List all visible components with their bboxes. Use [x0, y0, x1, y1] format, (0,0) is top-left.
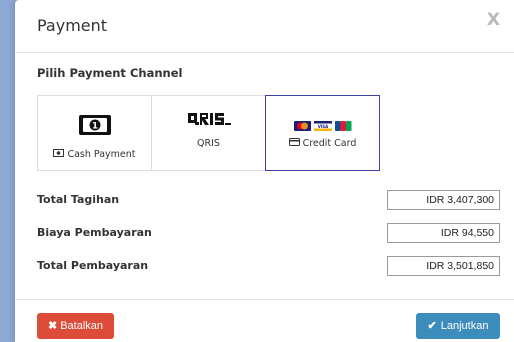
channel-label: QRIS [197, 138, 220, 149]
next-button[interactable]: ✔ Lanjutkan [416, 313, 500, 339]
total-tagihan-label: Total Tagihan [37, 193, 120, 206]
svg-text:1: 1 [91, 122, 97, 132]
channel-qris[interactable]: QRIS [151, 95, 266, 171]
banknote-icon: 1 [38, 114, 151, 140]
card-brands-icon: VISA [266, 116, 379, 135]
modal-header: Payment X [15, 0, 514, 53]
money-icon [53, 149, 65, 160]
payment-modal: Payment X Pilih Payment Channel 1 Cash P… [15, 0, 514, 342]
cancel-button[interactable]: ✖ Batalkan [37, 313, 114, 339]
channel-label: Credit Card [266, 138, 379, 149]
modal-title: Payment [37, 16, 108, 35]
channel-label: Cash Payment [38, 149, 151, 160]
total-pembayaran-value: IDR 3,501,850 [387, 256, 500, 276]
section-label: Pilih Payment Channel [37, 66, 183, 80]
payment-channel-list: 1 Cash Payment QRIS VISA Credit Card [37, 95, 384, 173]
close-button[interactable]: X [487, 10, 500, 30]
credit-card-icon [288, 138, 300, 149]
biaya-pembayaran-value: IDR 94,550 [387, 223, 500, 243]
total-tagihan-value: IDR 3,407,300 [387, 190, 500, 210]
channel-cash-payment[interactable]: 1 Cash Payment [37, 95, 152, 171]
qris-logo-icon [152, 110, 265, 132]
footer-divider [15, 299, 514, 300]
channel-credit-card[interactable]: VISA Credit Card [265, 95, 380, 171]
check-icon: ✔ [427, 320, 437, 332]
biaya-pembayaran-label: Biaya Pembayaran [37, 226, 152, 239]
total-pembayaran-label: Total Pembayaran [37, 259, 149, 272]
svg-text:VISA: VISA [317, 124, 328, 129]
times-icon: ✖ [47, 320, 58, 332]
